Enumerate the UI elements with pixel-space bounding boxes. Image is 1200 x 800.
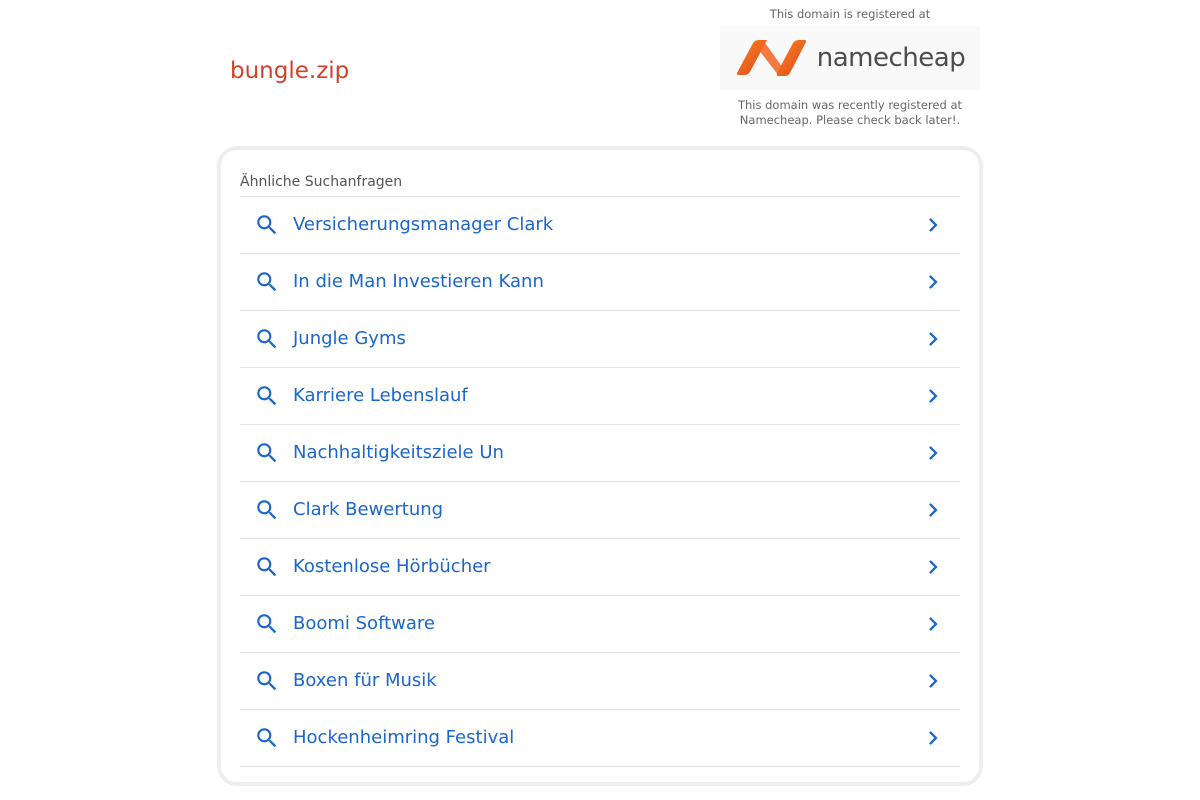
related-search-item[interactable]: Hockenheimring Festival — [240, 710, 960, 767]
related-search-label: Kostenlose Hörbücher — [293, 556, 491, 577]
related-searches-content: Ähnliche Suchanfragen Versicherungsmanag… — [240, 170, 960, 767]
chevron-right-icon — [929, 446, 938, 460]
namecheap-logo-text: namecheap — [816, 43, 966, 73]
search-icon — [257, 215, 277, 235]
related-search-label: In die Man Investieren Kann — [293, 271, 544, 292]
domain-title[interactable]: bungle.zip — [230, 58, 349, 84]
related-search-label: Hockenheimring Festival — [293, 727, 515, 748]
related-search-item[interactable]: In die Man Investieren Kann — [240, 254, 960, 311]
chevron-right-icon — [929, 617, 938, 631]
related-search-label: Boomi Software — [293, 613, 435, 634]
chevron-right-icon — [929, 503, 938, 517]
related-search-label: Boxen für Musik — [293, 670, 437, 691]
search-icon — [257, 557, 277, 577]
related-search-label: Clark Bewertung — [293, 499, 444, 520]
search-icon — [257, 386, 277, 406]
related-searches-list: Versicherungsmanager Clark In die Man In… — [240, 197, 960, 767]
related-search-item[interactable]: Jungle Gyms — [240, 311, 960, 368]
registrar-box: This domain is registered at namecheap T… — [720, 6, 980, 128]
registrar-top-text: This domain is registered at — [769, 7, 931, 21]
related-search-item[interactable]: Kostenlose Hörbücher — [240, 539, 960, 596]
chevron-right-icon — [929, 731, 938, 745]
chevron-right-icon — [929, 275, 938, 289]
related-search-item[interactable]: Boomi Software — [240, 596, 960, 653]
related-searches-title: Ähnliche Suchanfragen — [240, 170, 960, 197]
header: bungle.zip This domain is registered at … — [0, 0, 1200, 140]
namecheap-logo-mark-icon — [736, 40, 807, 76]
chevron-right-icon — [929, 332, 938, 346]
chevron-right-icon — [929, 389, 938, 403]
search-icon — [257, 614, 277, 634]
related-search-item[interactable]: Clark Bewertung — [240, 482, 960, 539]
chevron-right-icon — [929, 218, 938, 232]
chevron-right-icon — [929, 674, 938, 688]
related-search-label: Nachhaltigkeitsziele Un — [293, 442, 504, 463]
related-search-label: Versicherungsmanager Clark — [293, 214, 554, 235]
search-icon — [257, 728, 277, 748]
search-icon — [257, 329, 277, 349]
related-search-label: Jungle Gyms — [293, 328, 406, 349]
related-search-label: Karriere Lebenslauf — [293, 385, 468, 406]
related-searches-panel: Ähnliche Suchanfragen Versicherungsmanag… — [217, 146, 983, 786]
related-search-item[interactable]: Karriere Lebenslauf — [240, 368, 960, 425]
search-icon — [257, 671, 277, 691]
related-search-item[interactable]: Nachhaltigkeitsziele Un — [240, 425, 960, 482]
related-search-item[interactable]: Boxen für Musik — [240, 653, 960, 710]
chevron-right-icon — [929, 560, 938, 574]
search-icon — [257, 500, 277, 520]
search-icon — [257, 272, 277, 292]
namecheap-logo[interactable]: namecheap — [720, 26, 980, 90]
registrar-bottom-text: This domain was recently registered at N… — [737, 98, 963, 127]
search-icon — [257, 443, 277, 463]
related-search-item[interactable]: Versicherungsmanager Clark — [240, 197, 960, 254]
